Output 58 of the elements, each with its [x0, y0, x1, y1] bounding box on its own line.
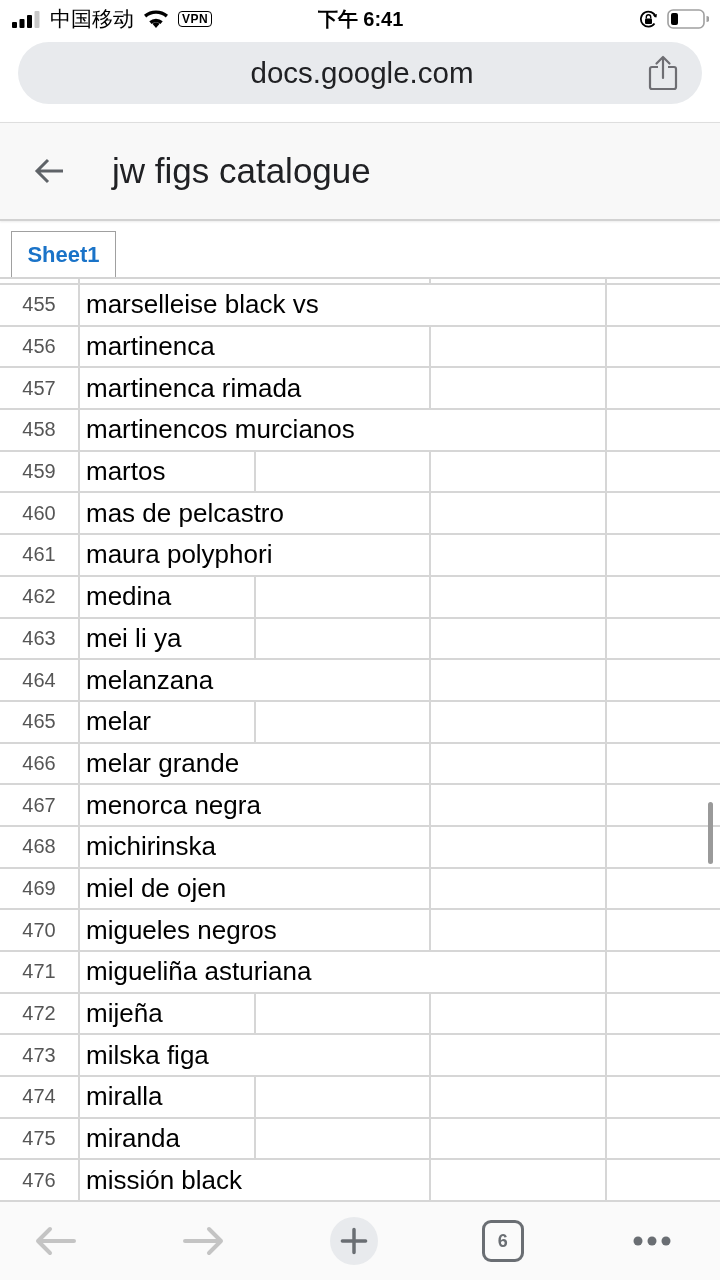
table-cell: martinenca	[80, 326, 431, 369]
row-number: 459	[0, 451, 80, 494]
battery-icon	[667, 9, 709, 29]
row-number: 475	[0, 1118, 80, 1161]
row-number: 464	[0, 660, 80, 702]
share-icon[interactable]	[648, 55, 678, 91]
row-number: 465	[0, 701, 80, 744]
table-cell: migueliña asturiana	[80, 952, 607, 994]
clock-time: 下午 6:41	[317, 6, 404, 32]
more-icon[interactable]	[633, 1236, 671, 1246]
row-number: 458	[0, 410, 80, 452]
table-cell: miranda	[80, 1118, 256, 1161]
table-cell: mas de pelcastro	[80, 493, 431, 536]
row-number: 460	[0, 493, 80, 536]
row-number: 455	[0, 285, 80, 327]
tab-count-button[interactable]: 6	[481, 1220, 524, 1262]
table-cell: mijeña	[80, 993, 256, 1036]
row-number: 463	[0, 618, 80, 661]
carrier-name: 中国移动	[50, 6, 134, 32]
row-number: 471	[0, 952, 80, 994]
back-arrow-icon[interactable]	[34, 158, 64, 184]
row-number: 457	[0, 368, 80, 411]
document-title: jw figs catalogue	[112, 151, 371, 191]
table-cell: marselleise black vs	[80, 285, 607, 327]
table-cell: miel de ojen	[80, 868, 431, 911]
table-cell: medina	[80, 576, 256, 619]
table-cell: michirinska	[80, 826, 431, 869]
scrollbar-thumb	[708, 802, 713, 864]
row-number: 462	[0, 576, 80, 619]
table-cell: martos	[80, 451, 256, 494]
row-number: 461	[0, 535, 80, 577]
row-number: 466	[0, 743, 80, 786]
row-number: 456	[0, 326, 80, 369]
table-cell: melar	[80, 701, 256, 744]
table-cell: miralla	[80, 1077, 256, 1119]
wifi-icon	[144, 10, 168, 28]
sheet-tab[interactable]: Sheet1	[11, 231, 116, 277]
row-number: 468	[0, 826, 80, 869]
row-number: 469	[0, 868, 80, 911]
url-text: docs.google.com	[250, 56, 474, 90]
table-cell: melanzana	[80, 660, 431, 702]
table-cell: martinenca rimada	[80, 368, 431, 411]
table-cell: menorca negra	[80, 785, 431, 827]
table-cell: martinencos murcianos	[80, 410, 607, 452]
row-number: 473	[0, 1035, 80, 1078]
table-cell: migueles negros	[80, 910, 431, 952]
row-number: 467	[0, 785, 80, 827]
table-cell: maura polyphori	[80, 535, 431, 577]
row-number: 472	[0, 993, 80, 1036]
table-cell: melar grande	[80, 743, 431, 786]
vpn-indicator: VPN	[178, 11, 213, 27]
table-cell: mei li ya	[80, 618, 256, 661]
table-cell: milska figa	[80, 1035, 431, 1078]
address-bar[interactable]: docs.google.com	[18, 42, 702, 104]
row-number: 470	[0, 910, 80, 952]
signal-icon	[12, 10, 40, 28]
orientation-lock-icon	[639, 9, 658, 29]
row-number: 474	[0, 1077, 80, 1119]
